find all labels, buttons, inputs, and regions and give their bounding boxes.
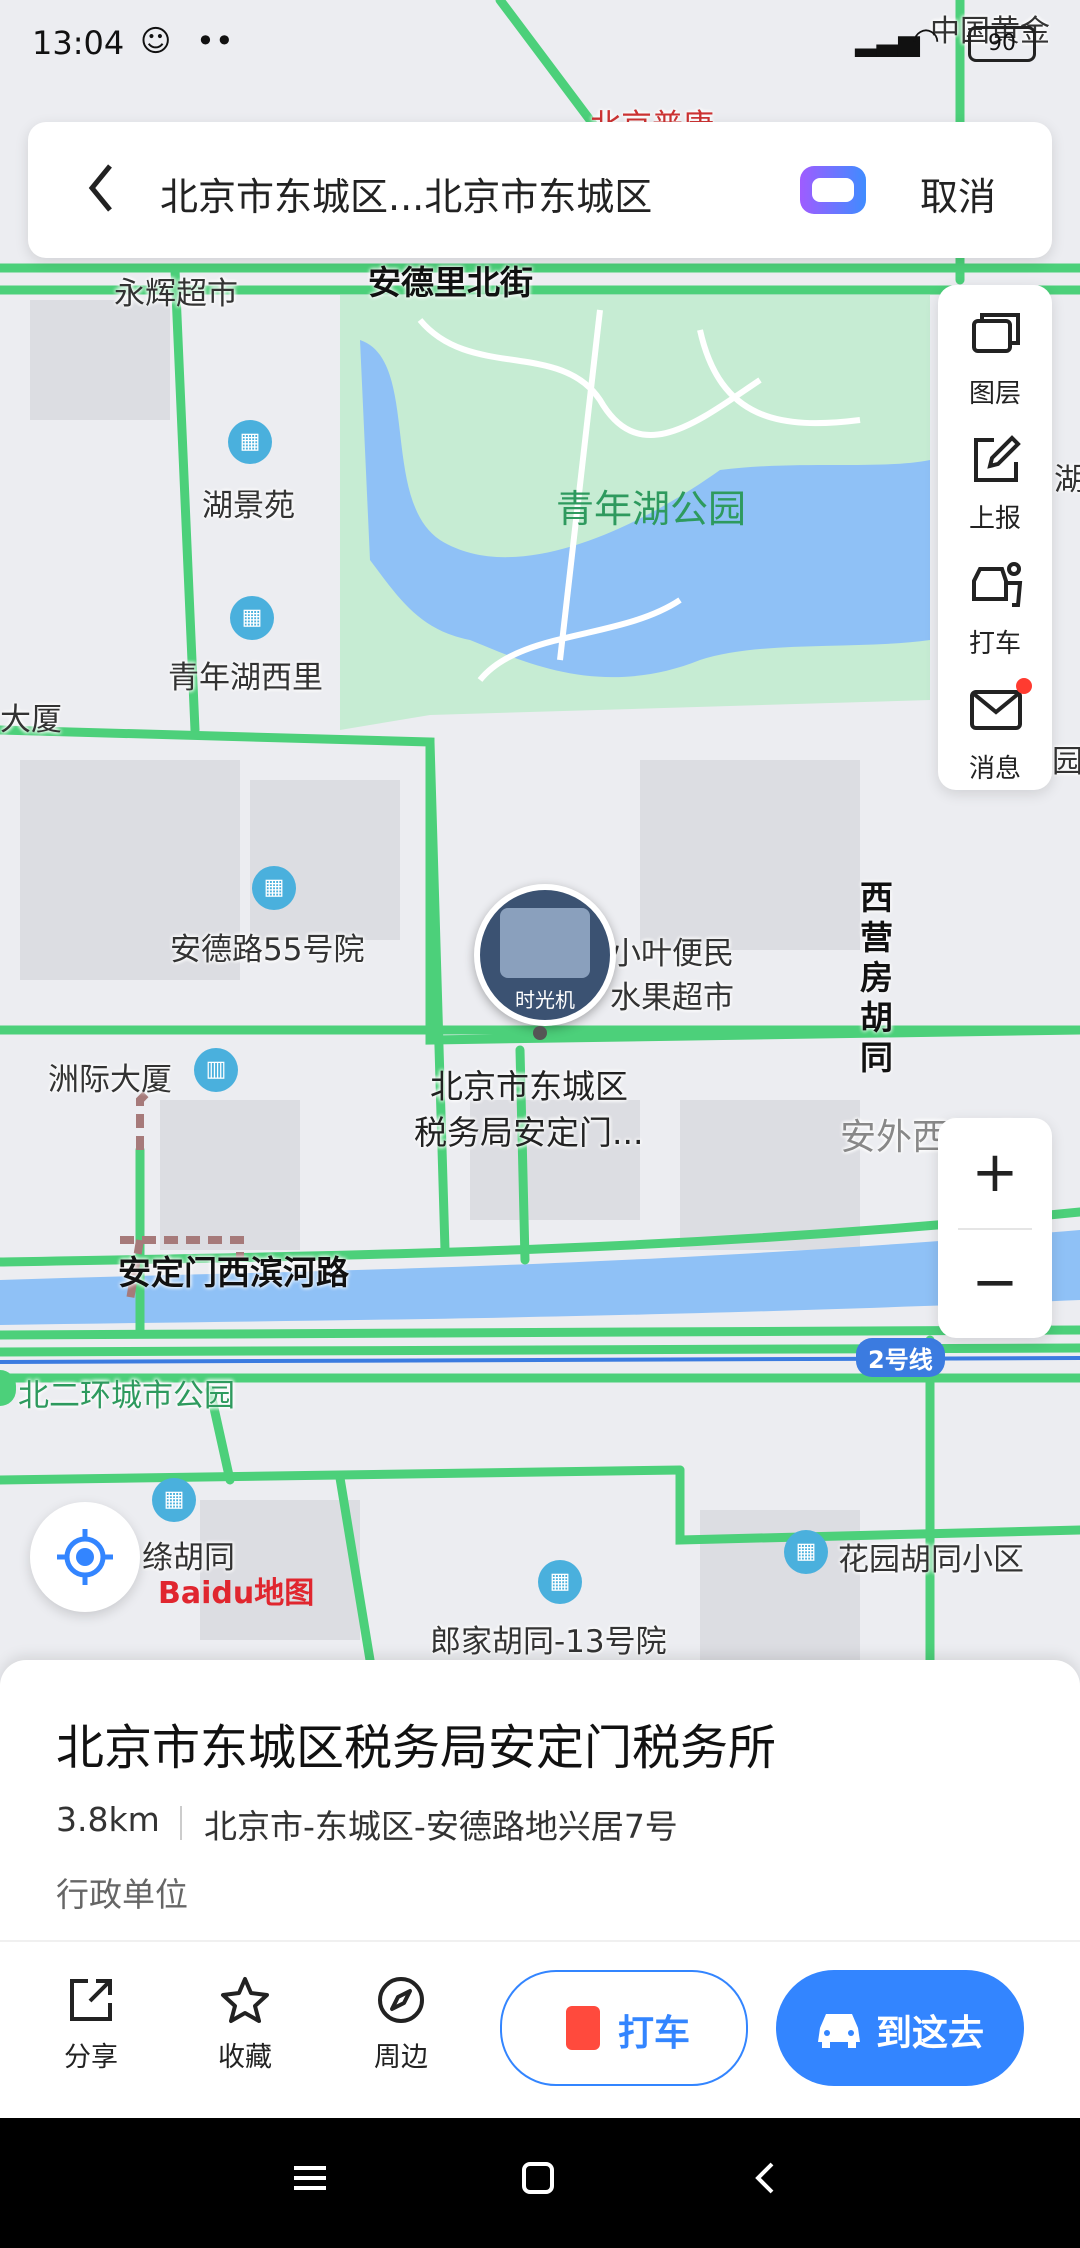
poi-andelu-55[interactable]: 安德路55号院 (170, 924, 364, 969)
place-title: 北京市东城区税务局安定门税务所 (56, 1720, 777, 1776)
status-bar: 13:04 ☺ •• ▂▃▅ ◠ 90 (0, 0, 1080, 90)
meta-divider (180, 1806, 182, 1840)
park-qingnianhu[interactable]: 青年湖公园 (556, 478, 746, 533)
poi-building-icon: ▦ (152, 1478, 196, 1522)
share-label: 分享 (64, 2042, 118, 2073)
back-icon[interactable] (82, 158, 118, 218)
share-icon (70, 1979, 112, 2021)
road-andeli-north: 安德里北街 (368, 263, 533, 302)
status-dots: •• (196, 22, 234, 60)
go-here-button[interactable]: 到这去 (776, 1970, 1024, 2086)
taxi-red-icon (566, 2006, 600, 2050)
favorite-button[interactable]: 收藏 (190, 1975, 300, 2074)
tool-taxi[interactable]: 打车 (938, 545, 1052, 665)
taxi-button[interactable]: 打车 (500, 1970, 748, 2086)
report-icon (974, 435, 1021, 482)
app-notification-icon: ☺ (140, 24, 172, 59)
back-nav-icon[interactable] (746, 2158, 786, 2198)
go-here-label: 到这去 (876, 2013, 985, 2054)
tool-layers-label: 图层 (968, 379, 1021, 409)
battery-level: 90 (988, 31, 1016, 56)
zoom-divider (958, 1228, 1032, 1230)
place-category: 行政单位 (56, 1875, 188, 1914)
poi-huayuan-hutong[interactable]: 花园胡同小区 (838, 1534, 1024, 1579)
poi-office-icon: ▥ (194, 1048, 238, 1092)
signal-icon: ▂▃▅ (855, 24, 920, 57)
poi-partial-right-2: 园 (1052, 744, 1080, 780)
poi-building-icon: ▦ (230, 596, 274, 640)
poi-xiaoye-2[interactable]: 水果超市 (610, 972, 734, 1017)
poi-partial-right: 湖 (1054, 462, 1080, 498)
poi-hujingyuan[interactable]: 湖景苑 (202, 480, 295, 525)
nearby-label: 周边 (374, 2042, 428, 2073)
poi-building-icon: ▦ (538, 1560, 582, 1604)
route-text[interactable]: 北京市东城区...北京市东城区 (160, 166, 652, 221)
mail-icon (970, 690, 1022, 730)
share-button[interactable]: 分享 (36, 1975, 146, 2074)
place-distance: 3.8km (56, 1800, 160, 1839)
time-machine-badge: 时光机 (515, 988, 575, 1012)
system-nav-bar (0, 2118, 1080, 2248)
poi-building-icon: ▦ (252, 866, 296, 910)
unread-dot (1016, 678, 1032, 694)
marker-label-line1[interactable]: 北京市东城区 (430, 1060, 628, 1108)
star-icon (221, 1977, 269, 2023)
nearby-button[interactable]: 周边 (346, 1975, 456, 2074)
tool-layers[interactable]: 图层 (938, 295, 1052, 415)
map-tool-panel: 图层 上报 打车 消息 (938, 285, 1052, 790)
tool-report-label: 上报 (968, 504, 1021, 534)
battery-icon: 90 (968, 26, 1036, 62)
baidu-logo-text: Baidu地图 (158, 1576, 315, 1611)
metro-line-badge[interactable]: 2号线 (856, 1338, 945, 1377)
taxi-button-label: 打车 (618, 2013, 691, 2054)
ai-assistant-icon[interactable] (800, 166, 866, 214)
home-icon[interactable] (518, 2158, 558, 2198)
locate-button[interactable] (30, 1502, 140, 1612)
tool-messages-label: 消息 (968, 754, 1021, 784)
road-andingmen-xibinhe: 安定门西滨河路 (118, 1253, 349, 1292)
road-xiyingfang: 西营房胡同 (860, 878, 893, 1077)
menu-icon[interactable] (290, 2158, 330, 2198)
marker-pin-tip (533, 1026, 547, 1040)
taxi-icon (972, 562, 1023, 607)
tool-messages[interactable]: 消息 (938, 670, 1052, 790)
zoom-out-button[interactable]: − (938, 1238, 1052, 1328)
cancel-button[interactable]: 取消 (920, 166, 996, 221)
status-time: 13:04 (32, 24, 125, 62)
car-icon (818, 2014, 860, 2048)
marker-label-line2[interactable]: 税务局安定门... (414, 1106, 643, 1154)
poi-building-icon: ▦ (784, 1530, 828, 1574)
street-view-thumbnail (500, 908, 590, 978)
route-search-bar[interactable]: 北京市东城区...北京市东城区 取消 (28, 122, 1052, 258)
favorite-label: 收藏 (218, 2042, 272, 2073)
poi-building-icon: ▦ (228, 420, 272, 464)
poi-partial-left: 大厦 (0, 702, 62, 738)
wifi-icon: ◠ (912, 20, 940, 58)
poi-qingnianhu-xili[interactable]: 青年湖西里 (168, 652, 323, 697)
locate-icon (57, 1529, 113, 1585)
poi-langjia-hutong[interactable]: 郎家胡同-13号院 (430, 1616, 667, 1661)
baidu-map-logo: Baidu地图 (158, 1568, 314, 1612)
poi-xiaoye-1[interactable]: 小叶便民 (610, 928, 734, 973)
layers-icon (972, 313, 1020, 353)
compass-icon (378, 1977, 424, 2023)
zoom-in-button[interactable]: + (938, 1128, 1052, 1218)
card-divider (0, 1940, 1080, 1942)
tool-report[interactable]: 上报 (938, 420, 1052, 540)
poi-zhouji[interactable]: 洲际大厦 (48, 1054, 172, 1099)
zoom-controls: + − (938, 1118, 1052, 1338)
tool-taxi-label: 打车 (968, 629, 1021, 659)
park-beierhuan[interactable]: 北二环城市公园 (18, 1370, 235, 1415)
poi-yonghui[interactable]: 永辉超市 (114, 268, 238, 313)
place-address: 北京市-东城区-安德路地兴居7号 (204, 1807, 678, 1846)
selected-place-marker[interactable]: 时光机 (474, 884, 616, 1026)
